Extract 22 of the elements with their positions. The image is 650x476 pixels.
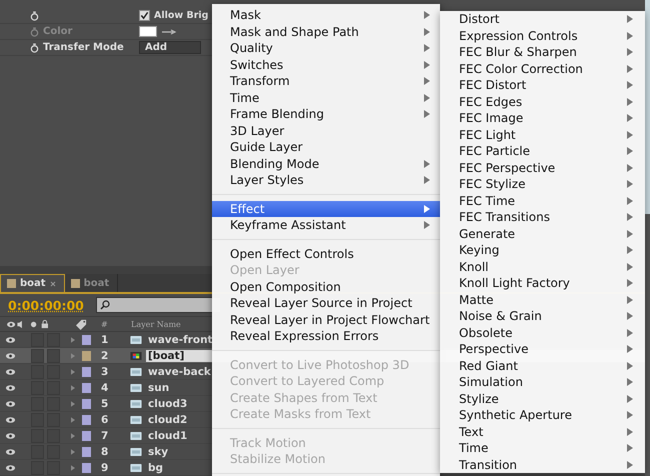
layer-name: cluod3	[147, 398, 188, 410]
layer-number: 9	[101, 462, 110, 474]
layer-name: sun	[147, 382, 170, 394]
layer-name: wave-back	[147, 366, 212, 378]
layer-number: 2	[101, 350, 110, 362]
checkbox-label: Allow Brig	[154, 10, 208, 21]
column-header: #	[101, 320, 109, 328]
layer-number: 3	[101, 366, 110, 378]
property-label: Color	[43, 26, 74, 37]
layer-name: wave-front	[147, 334, 214, 346]
layer-number: 7	[101, 430, 110, 442]
layer-name: bg	[147, 462, 164, 474]
property-label: Transfer Mode	[43, 42, 125, 53]
layer-number: 6	[101, 414, 110, 426]
layer-number: 8	[101, 446, 110, 458]
layer-name: cloud2	[147, 414, 188, 426]
layer-number: 4	[101, 382, 110, 394]
layer-name: cloud1	[147, 430, 188, 442]
column-header: Layer Name	[131, 320, 181, 328]
layer-number: 5	[101, 398, 110, 410]
layer-number: 1	[101, 334, 110, 346]
layer-name: sky	[147, 446, 170, 458]
